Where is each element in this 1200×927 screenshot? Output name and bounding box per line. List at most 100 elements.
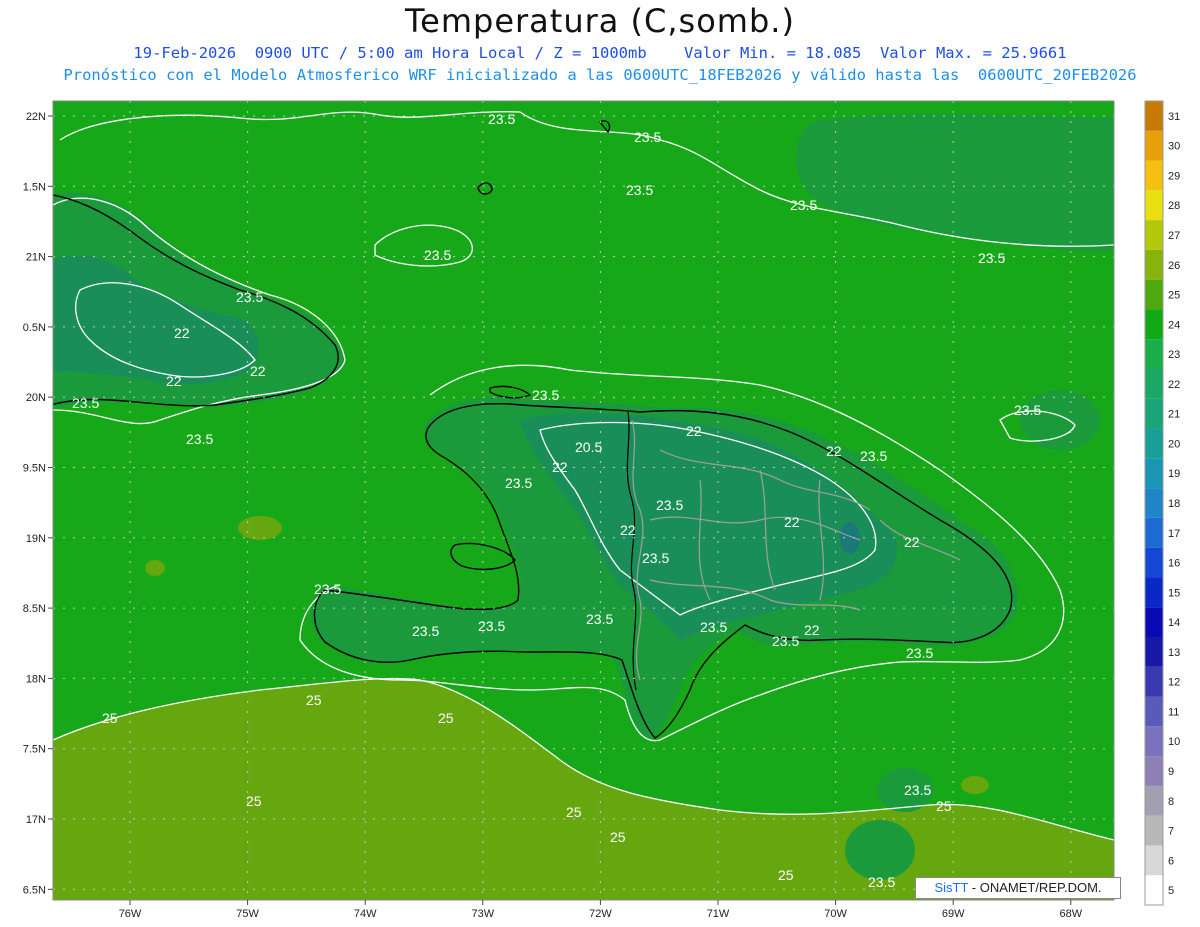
colorbar-swatch [1145, 607, 1163, 637]
colorbar-swatch [1145, 756, 1163, 786]
colorbar-label: 10 [1168, 736, 1180, 748]
lon-label: 70W [824, 908, 847, 920]
warm-patch [238, 516, 282, 540]
colorbar-swatch [1145, 488, 1163, 518]
contour-label: 23.5 [478, 618, 505, 634]
colorbar: 5 6 7 8 9 10 11 12 13 14 15 16 17 18 19 20 21 22 23 24 25 26 2… [1144, 100, 1180, 906]
lat-label: 21N [26, 252, 46, 264]
contour-label: 22 [826, 443, 842, 459]
contour-label: 23.5 [586, 611, 613, 627]
contour-label: 25 [306, 692, 322, 708]
colorbar-swatch [1145, 428, 1163, 459]
contour-label: 22 [250, 363, 266, 379]
colorbar-swatch [1145, 220, 1163, 250]
warm-patch [145, 560, 165, 576]
colorbar-swatch [1145, 696, 1163, 727]
contour-label: 22 [552, 459, 568, 475]
colorbar-swatch [1145, 309, 1163, 340]
contour-label: 23.5 [906, 645, 933, 661]
contour-label: 25 [936, 798, 952, 814]
colorbar-swatch [1145, 726, 1163, 757]
colorbar-label: 12 [1168, 677, 1180, 689]
contour-label: 25 [246, 793, 262, 809]
contour-label: 23.5 [904, 782, 931, 798]
colorbar-label: 22 [1168, 379, 1180, 391]
map-canvas: 22N 1.5N 21N 0.5N 20N 9.5N 19N 8.5N 18N 7.5N 17N 6.… [23, 100, 1180, 920]
colorbar-label: 17 [1168, 528, 1180, 540]
contour-label: 22 [166, 373, 182, 389]
contour-label: 23.5 [1014, 402, 1041, 418]
contour-label: 23.5 [868, 874, 895, 890]
colorbar-swatch [1145, 130, 1163, 161]
contour-label: 23.5 [505, 475, 532, 491]
lat-label: 22N [26, 111, 46, 123]
warm-patch [961, 776, 989, 794]
contour-label: 23.5 [424, 247, 451, 263]
lon-label: 73W [471, 908, 494, 920]
colorbar-swatch [1145, 547, 1163, 578]
lon-label: 76W [119, 908, 142, 920]
contour-label: 23.5 [860, 448, 887, 464]
colorbar-label: 27 [1168, 230, 1180, 242]
lat-label: 1.5N [23, 181, 46, 193]
colorbar-label: 6 [1168, 855, 1174, 867]
contour-label: 23.5 [314, 581, 341, 597]
colorbar-swatch [1145, 815, 1163, 846]
contour-label: 25 [438, 710, 454, 726]
chart-title: Temperatura (C,somb.) [405, 2, 795, 40]
contour-label: 22 [904, 534, 920, 550]
colorbar-swatch [1145, 279, 1163, 310]
cool-sea-southeast [845, 820, 915, 880]
subtitle-valid-time: 19-Feb-2026 0900 UTC / 5:00 am Hora Loca… [133, 44, 1067, 62]
lon-label: 75W [236, 908, 259, 920]
lat-label: 18N [26, 673, 46, 685]
contour-label: 20.5 [575, 439, 602, 455]
sistt-logo: SisTT [934, 880, 969, 895]
colorbar-swatch [1145, 160, 1163, 191]
colorbar-swatch [1145, 398, 1163, 429]
contour-label: 23.5 [626, 182, 653, 198]
contour-label: 23.5 [772, 633, 799, 649]
contour-label: 25 [102, 710, 118, 726]
colorbar-label: 26 [1168, 260, 1180, 272]
colorbar-swatch [1145, 845, 1163, 876]
lat-label: 20N [26, 392, 46, 404]
colorbar-label: 19 [1168, 468, 1180, 480]
colorbar-label: 21 [1168, 409, 1180, 421]
contour-label: 23.5 [186, 431, 213, 447]
colorbar-swatch [1145, 517, 1163, 548]
colorbar-label: 28 [1168, 200, 1180, 212]
colorbar-label: 13 [1168, 647, 1180, 659]
warm-patch [220, 806, 260, 834]
lon-label: 69W [942, 908, 965, 920]
colorbar-label: 30 [1168, 141, 1180, 153]
lat-label: 0.5N [23, 322, 46, 334]
contour-label: 23.5 [72, 395, 99, 411]
warm-patch [257, 752, 313, 788]
contour-label: 22 [804, 622, 820, 638]
lat-label: 8.5N [23, 603, 46, 615]
contour-label: 23.5 [488, 111, 515, 127]
colorbar-label: 18 [1168, 498, 1180, 510]
colorbar-label: 9 [1168, 766, 1174, 778]
credit-text: - ONAMET/REP.DOM. [968, 880, 1102, 895]
colorbar-label: 7 [1168, 826, 1174, 838]
colorbar-swatch [1145, 369, 1163, 399]
contour-label: 23.5 [700, 619, 727, 635]
contour-label: 22 [620, 522, 636, 538]
longitude-axis: 76W 75W 74W 73W 72W 71W 70W 69W 68W [119, 900, 1083, 920]
lon-label: 74W [354, 908, 377, 920]
coast-jamaica-edge [38, 635, 49, 660]
colorbar-swatch [1145, 458, 1163, 489]
colorbar-label: 20 [1168, 438, 1180, 450]
contour-label: 23.5 [790, 197, 817, 213]
credit-box: SisTT - ONAMET/REP.DOM. [915, 877, 1121, 899]
lat-label: 9.5N [23, 463, 46, 475]
colorbar-label: 15 [1168, 587, 1180, 599]
colorbar-label: 11 [1168, 706, 1179, 718]
colorbar-swatch [1145, 577, 1163, 608]
colorbar-label: 23 [1168, 349, 1180, 361]
lat-label: 7.5N [23, 744, 46, 756]
contour-label: 22 [784, 514, 800, 530]
lon-label: 68W [1059, 908, 1082, 920]
